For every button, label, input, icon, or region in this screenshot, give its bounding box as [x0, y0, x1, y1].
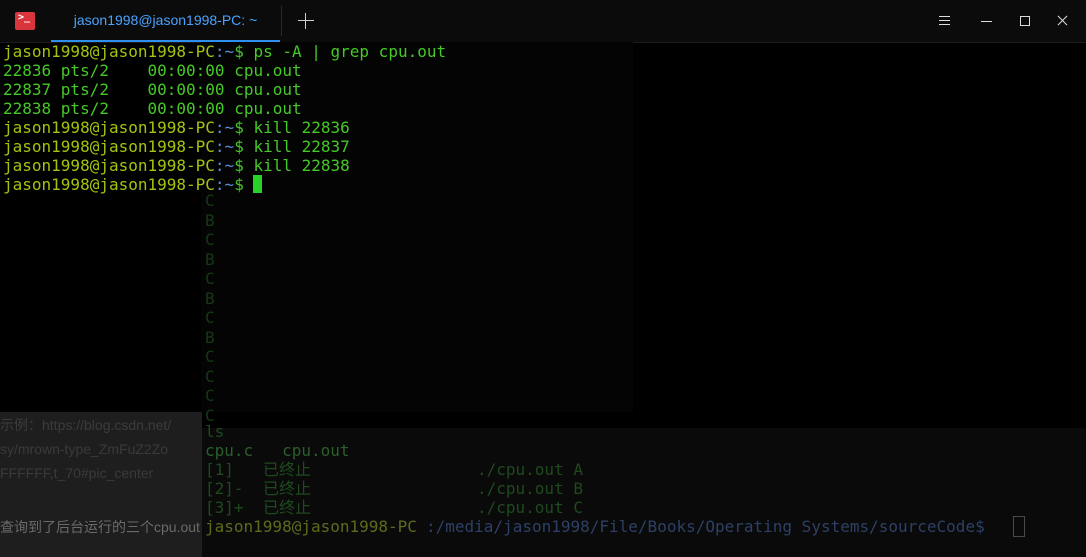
background-doc-line-2: sy/mrown-type_ZmFuZ2Zo — [0, 441, 169, 457]
title-bar: >_ jason1998@jason1998-PC: ~ — [0, 0, 1086, 43]
prompt-symbol: $ — [234, 118, 254, 137]
prompt-path: :~ — [214, 156, 235, 175]
job-command: ./cpu.out C — [477, 498, 583, 517]
output-text: 22836 pts/2 00:00:00 cpu.out — [3, 61, 302, 80]
job-state: 已终止 — [263, 498, 312, 517]
tab-divider — [281, 6, 282, 36]
prompt-path: :~ — [214, 42, 235, 61]
prompt-user: jason1998@jason1998-PC — [3, 156, 215, 175]
background-prompt-path: :/media/jason1998/File/Books/Operating S… — [426, 517, 985, 536]
background-doc-line-4: 查询到了后台运行的三个cpu.out — [0, 519, 200, 535]
terminal-cursor — [253, 175, 263, 193]
prompt-path: :~ — [214, 137, 235, 156]
job-command: ./cpu.out B — [477, 479, 583, 498]
new-tab-plus-icon[interactable] — [295, 10, 317, 32]
background-letter-column: C B C B C B C B C C C C — [205, 191, 215, 425]
background-ls-command: ls — [205, 422, 225, 441]
prompt-symbol: $ — [234, 175, 254, 194]
job-id: [1] — [205, 460, 234, 479]
background-job-row: [3]+ 已终止 ./cpu.out C — [205, 498, 583, 517]
background-doc-line-3: FFFFFF,t_70#pic_center — [0, 465, 154, 481]
menu-hamburger-icon[interactable] — [936, 12, 954, 30]
job-id: [3]+ — [205, 498, 244, 517]
job-state: 已终止 — [263, 460, 312, 479]
background-job-row: [1] 已终止 ./cpu.out A — [205, 460, 583, 479]
output-text: 22838 pts/2 00:00:00 cpu.out — [3, 99, 302, 118]
tab-title: jason1998@jason1998-PC: ~ — [73, 12, 258, 28]
prompt-path: :~ — [214, 175, 235, 194]
tab-terminal[interactable]: jason1998@jason1998-PC: ~ — [51, 0, 280, 42]
terminal-output-line: 22837 pts/2 00:00:00 cpu.out — [3, 80, 1083, 99]
terminal-prompt-line: jason1998@jason1998-PC:~$ kill 22838 — [3, 156, 1083, 175]
minimize-icon[interactable] — [978, 12, 996, 30]
job-state: 已终止 — [263, 479, 312, 498]
prompt-symbol: $ — [234, 156, 254, 175]
terminal-glyph: >_ — [18, 12, 31, 23]
prompt-command: kill 22838 — [253, 156, 350, 175]
background-cursor-outline — [1013, 516, 1025, 537]
prompt-symbol: $ — [234, 42, 254, 61]
background-ls-output: cpu.c cpu.out — [205, 441, 350, 460]
terminal-app-icon: >_ — [15, 12, 35, 30]
job-id: [2]- — [205, 479, 244, 498]
prompt-user: jason1998@jason1998-PC — [3, 137, 215, 156]
background-prompt-user: jason1998@jason1998-PC — [205, 517, 417, 536]
background-job-row: [2]- 已终止 ./cpu.out B — [205, 479, 583, 498]
prompt-user: jason1998@jason1998-PC — [3, 42, 215, 61]
close-icon[interactable] — [1054, 12, 1072, 30]
job-command: ./cpu.out A — [477, 460, 583, 479]
output-text: 22837 pts/2 00:00:00 cpu.out — [3, 80, 302, 99]
prompt-command: kill 22837 — [253, 137, 350, 156]
terminal-output[interactable]: jason1998@jason1998-PC:~$ ps -A | grep c… — [3, 42, 1083, 194]
prompt-command: kill 22836 — [253, 118, 350, 137]
background-doc-line-1: 示例：https://blog.csdn.net/ — [0, 417, 172, 433]
terminal-prompt-line: jason1998@jason1998-PC:~$ kill 22836 — [3, 118, 1083, 137]
prompt-command: ps -A | grep cpu.out — [253, 42, 447, 61]
maximize-icon[interactable] — [1016, 12, 1034, 30]
terminal-prompt-line: jason1998@jason1998-PC:~$ — [3, 175, 1083, 194]
terminal-output-line: 22838 pts/2 00:00:00 cpu.out — [3, 99, 1083, 118]
prompt-path: :~ — [214, 118, 235, 137]
prompt-user: jason1998@jason1998-PC — [3, 175, 215, 194]
prompt-symbol: $ — [234, 137, 254, 156]
terminal-prompt-line: jason1998@jason1998-PC:~$ kill 22837 — [3, 137, 1083, 156]
prompt-user: jason1998@jason1998-PC — [3, 118, 215, 137]
terminal-prompt-line: jason1998@jason1998-PC:~$ ps -A | grep c… — [3, 42, 1083, 61]
terminal-output-line: 22836 pts/2 00:00:00 cpu.out — [3, 61, 1083, 80]
